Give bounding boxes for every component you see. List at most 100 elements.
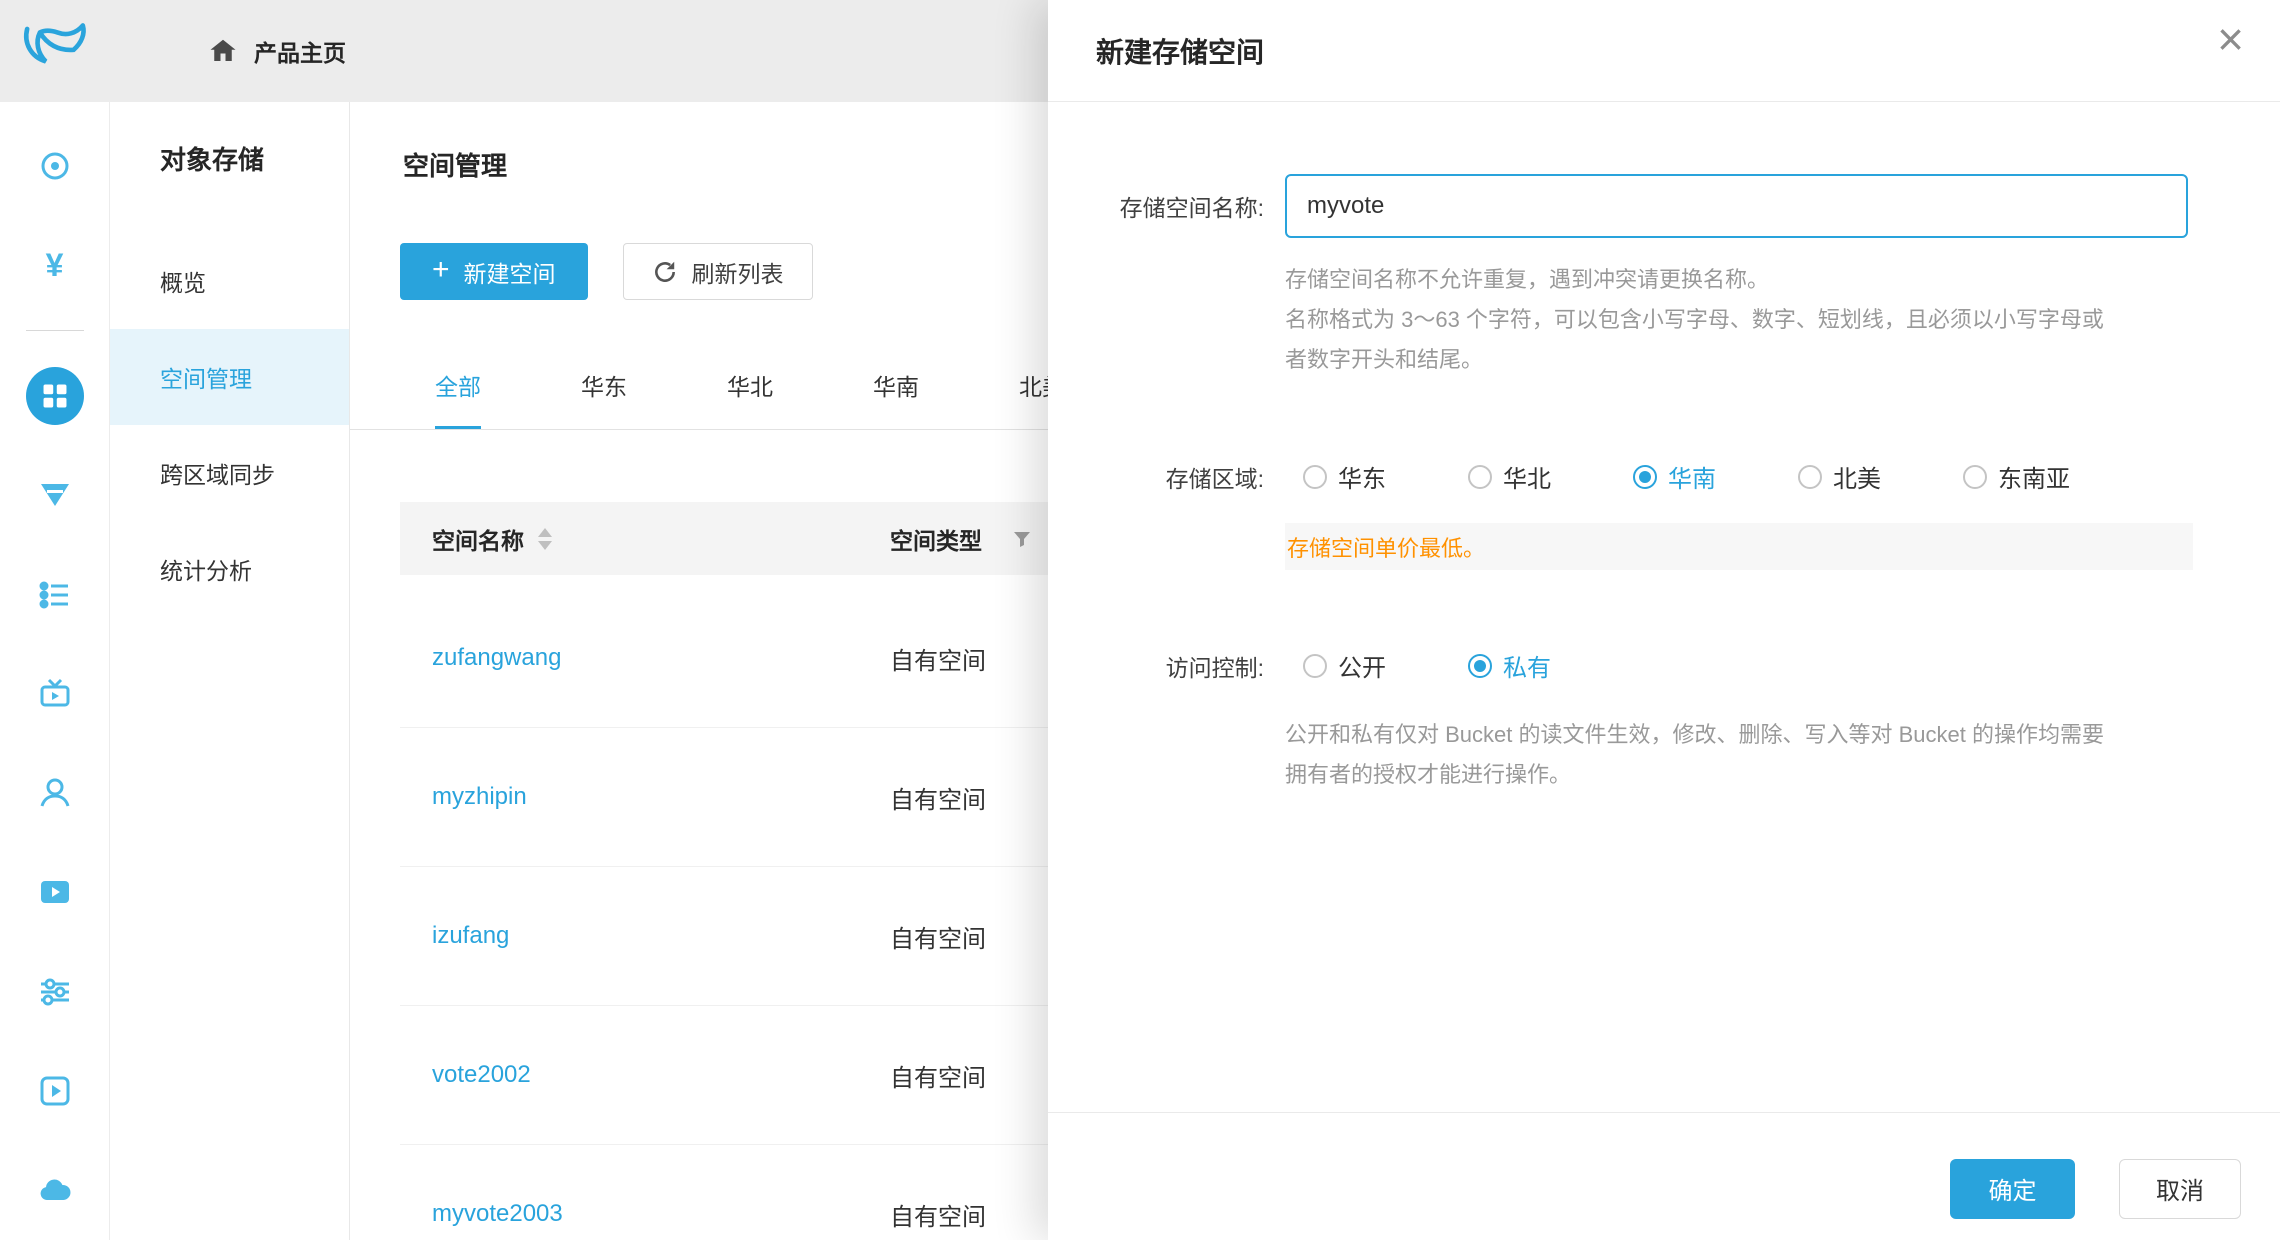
tab-all[interactable]: 全部 bbox=[435, 354, 481, 429]
confirm-button[interactable]: 确定 bbox=[1950, 1159, 2075, 1219]
refresh-list-button[interactable]: 刷新列表 bbox=[623, 243, 813, 300]
live-tv-icon bbox=[38, 677, 72, 711]
filter-icon[interactable] bbox=[1012, 529, 1032, 549]
sliders-icon bbox=[38, 975, 72, 1009]
new-space-button[interactable]: + 新建空间 bbox=[400, 243, 588, 300]
bucket-type: 自有空间 bbox=[890, 641, 986, 676]
tab-east-china[interactable]: 华东 bbox=[581, 354, 627, 429]
sort-toggle[interactable] bbox=[538, 528, 552, 550]
radio-circle bbox=[1798, 465, 1822, 489]
bucket-name-link[interactable]: zufangwang bbox=[400, 644, 890, 672]
access-control-label: 访问控制: bbox=[1048, 649, 1264, 683]
bucket-name-link[interactable]: vote2002 bbox=[400, 1061, 890, 1089]
rail-item-dora[interactable] bbox=[0, 116, 109, 215]
sidebar-nav: 概览 空间管理 跨区域同步 统计分析 bbox=[110, 233, 349, 617]
radio-label: 私有 bbox=[1503, 648, 1551, 683]
refresh-list-button-label: 刷新列表 bbox=[692, 255, 784, 289]
dora-icon bbox=[38, 149, 72, 183]
access-radio-private[interactable]: 私有 bbox=[1468, 648, 1551, 683]
product-home-link[interactable]: 产品主页 bbox=[208, 34, 346, 68]
new-bucket-drawer: 新建存储空间 × 存储空间名称: 存储空间名称不允许重复，遇到冲突请更换名称。 … bbox=[1048, 0, 2280, 1240]
refresh-icon bbox=[652, 259, 678, 285]
video-icon bbox=[38, 875, 72, 909]
tab-north-china[interactable]: 华北 bbox=[727, 354, 773, 429]
rail-item-cloud[interactable] bbox=[0, 1141, 109, 1240]
radio-label: 公开 bbox=[1338, 648, 1386, 683]
product-icon-rail: ¥ bbox=[0, 102, 110, 1240]
rail-item-pipeline[interactable] bbox=[0, 942, 109, 1041]
region-price-note: 存储空间单价最低。 bbox=[1285, 523, 2193, 570]
qiniu-logo-icon bbox=[19, 22, 91, 80]
bucket-name-link[interactable]: myzhipin bbox=[400, 783, 890, 811]
rail-item-face[interactable] bbox=[0, 744, 109, 843]
close-icon[interactable]: × bbox=[2217, 16, 2244, 62]
radio-label: 华南 bbox=[1668, 459, 1716, 494]
sidebar-item-overview[interactable]: 概览 bbox=[110, 233, 349, 329]
toolbar: + 新建空间 刷新列表 bbox=[400, 243, 813, 300]
bucket-name-input[interactable] bbox=[1285, 174, 2188, 238]
drawer-title: 新建存储空间 bbox=[1096, 31, 1264, 71]
bucket-type: 自有空间 bbox=[890, 919, 986, 954]
plus-icon: + bbox=[432, 255, 450, 285]
region-radio-group: 华东 华北 华南 北美 bbox=[1303, 459, 2070, 494]
help-line: 名称格式为 3～63 个字符，可以包含小写字母、数字、短划线，且必须以小写字母或 bbox=[1285, 300, 2104, 340]
radio-circle bbox=[1303, 465, 1327, 489]
region-price-note-text: 存储空间单价最低。 bbox=[1287, 531, 1485, 563]
table-header-name-label: 空间名称 bbox=[432, 522, 524, 556]
face-icon bbox=[38, 776, 72, 810]
sidebar: 对象存储 概览 空间管理 跨区域同步 统计分析 bbox=[110, 102, 350, 1240]
rail-item-object-storage[interactable] bbox=[0, 347, 109, 446]
tab-south-china[interactable]: 华南 bbox=[873, 354, 919, 429]
drawer-body: 存储空间名称: 存储空间名称不允许重复，遇到冲突请更换名称。 名称格式为 3～6… bbox=[1048, 102, 2280, 1112]
rail-item-list-service[interactable] bbox=[0, 545, 109, 644]
radio-circle bbox=[1633, 465, 1657, 489]
bucket-name-link[interactable]: myvote2003 bbox=[400, 1200, 890, 1228]
player-icon bbox=[38, 1074, 72, 1108]
qiniu-logo[interactable] bbox=[0, 22, 110, 80]
region-radio-north-china[interactable]: 华北 bbox=[1468, 459, 1551, 494]
bucket-name-row: 存储空间名称: bbox=[1048, 174, 2280, 238]
access-control-help: 公开和私有仅对 Bucket 的读文件生效，修改、删除、写入等对 Bucket … bbox=[1285, 715, 2104, 795]
help-line: 者数字开头和结尾。 bbox=[1285, 340, 2104, 380]
list-icon bbox=[38, 578, 72, 612]
table-header-type: 空间类型 bbox=[890, 522, 1032, 556]
radio-label: 东南亚 bbox=[1998, 459, 2070, 494]
radio-circle bbox=[1303, 654, 1327, 678]
drawer-header: 新建存储空间 × bbox=[1048, 0, 2280, 102]
storage-grid-icon bbox=[40, 381, 70, 411]
rail-item-player[interactable] bbox=[0, 1041, 109, 1140]
access-radio-group: 公开 私有 bbox=[1303, 648, 1551, 683]
help-line: 拥有者的授权才能进行操作。 bbox=[1285, 755, 2104, 795]
cdn-funnel-icon bbox=[38, 478, 72, 512]
access-control-row: 访问控制: 公开 私有 bbox=[1048, 648, 2280, 683]
access-radio-public[interactable]: 公开 bbox=[1303, 648, 1386, 683]
radio-circle bbox=[1468, 654, 1492, 678]
rail-divider bbox=[26, 330, 84, 331]
drawer-footer: 确定 取消 bbox=[1048, 1112, 2280, 1240]
region-radio-southeast-asia[interactable]: 东南亚 bbox=[1963, 459, 2070, 494]
rail-item-cdn[interactable] bbox=[0, 446, 109, 545]
radio-label: 华北 bbox=[1503, 459, 1551, 494]
sidebar-item-cross-region-sync[interactable]: 跨区域同步 bbox=[110, 425, 349, 521]
bucket-name-help: 存储空间名称不允许重复，遇到冲突请更换名称。 名称格式为 3～63 个字符，可以… bbox=[1285, 260, 2104, 380]
radio-label: 北美 bbox=[1833, 459, 1881, 494]
table-header-type-label: 空间类型 bbox=[890, 522, 982, 556]
bucket-name-label: 存储空间名称: bbox=[1048, 189, 1264, 223]
region-radio-north-america[interactable]: 北美 bbox=[1798, 459, 1881, 494]
sidebar-item-space-management[interactable]: 空间管理 bbox=[110, 329, 349, 425]
sidebar-title: 对象存储 bbox=[160, 140, 349, 177]
sidebar-item-statistics[interactable]: 统计分析 bbox=[110, 521, 349, 617]
region-radio-east-china[interactable]: 华东 bbox=[1303, 459, 1386, 494]
new-space-button-label: 新建空间 bbox=[464, 255, 556, 289]
cancel-button[interactable]: 取消 bbox=[2119, 1159, 2241, 1219]
table-header-name: 空间名称 bbox=[400, 522, 890, 556]
page-title: 空间管理 bbox=[403, 146, 507, 183]
bucket-name-link[interactable]: izufang bbox=[400, 922, 890, 950]
home-icon bbox=[208, 36, 238, 66]
region-radio-south-china[interactable]: 华南 bbox=[1633, 459, 1716, 494]
radio-circle bbox=[1468, 465, 1492, 489]
rail-item-video[interactable] bbox=[0, 843, 109, 942]
rail-item-live[interactable] bbox=[0, 644, 109, 743]
rail-item-finance[interactable]: ¥ bbox=[0, 215, 109, 314]
region-row: 存储区域: 华东 华北 华南 bbox=[1048, 459, 2280, 494]
